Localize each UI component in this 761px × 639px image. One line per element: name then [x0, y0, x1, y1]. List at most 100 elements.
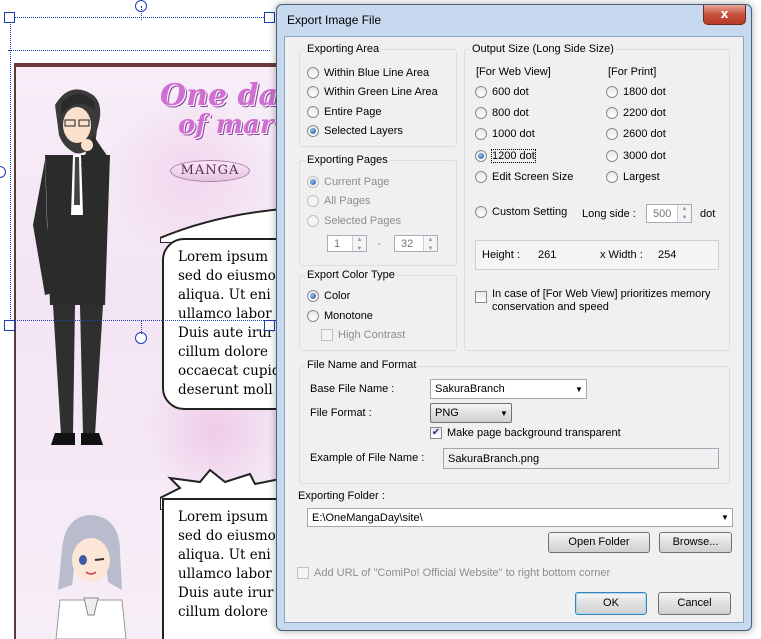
radio-1200-dot[interactable]: 1200 dot: [475, 149, 536, 163]
page-from-stepper[interactable]: 1 ▲ ▼: [327, 235, 367, 252]
radio-monotone[interactable]: Monotone: [307, 310, 373, 322]
radio-2600-dot[interactable]: 2600 dot: [606, 128, 666, 140]
bubble2-line: sed do eiusmo: [178, 528, 276, 544]
high-contrast-checkbox[interactable]: High Contrast: [321, 329, 405, 341]
base-file-name-combo[interactable]: SakuraBranch ▼: [430, 379, 587, 399]
selection-edge-top: [8, 17, 270, 18]
radio-largest[interactable]: Largest: [606, 171, 660, 183]
radio-edit-screen-size[interactable]: Edit Screen Size: [475, 171, 573, 183]
radio-within-green-line[interactable]: Within Green Line Area: [307, 86, 438, 98]
cancel-button[interactable]: Cancel: [658, 592, 731, 615]
speech-bubble-2[interactable]: Lorem ipsum sed do eiusmo aliqua. Ut eni…: [162, 498, 290, 639]
radio-custom-setting[interactable]: Custom Setting: [475, 206, 567, 218]
radio-3000-dot[interactable]: 3000 dot: [606, 150, 666, 162]
memory-conservation-checkbox[interactable]: In case of [For Web View] prioritizes me…: [475, 288, 710, 314]
manga-label: MANGA: [170, 160, 250, 182]
spin-buttons[interactable]: ▲ ▼: [352, 236, 366, 252]
height-value: 261: [536, 249, 559, 261]
radio-icon: [307, 176, 319, 188]
radio-label: Edit Screen Size: [492, 171, 574, 183]
memory-note: In case of [For Web View] prioritizes me…: [492, 288, 710, 314]
radio-label: 600 dot: [492, 86, 529, 98]
page-range-dash: -: [377, 237, 381, 250]
open-folder-button[interactable]: Open Folder: [548, 532, 650, 553]
manga-canvas[interactable]: One da of mar MANGA Lorem ipsum sed do e…: [0, 0, 290, 639]
rotate-handle[interactable]: [0, 166, 6, 178]
add-url-checkbox[interactable]: Add URL of "ComiPo! Official Website" to…: [297, 567, 610, 579]
chevron-down-icon: ▼: [721, 513, 729, 522]
manga-title-line2: of mar: [178, 110, 274, 140]
dialog-title: Export Image File: [287, 13, 382, 27]
radio-icon: [606, 86, 618, 98]
radio-icon: [307, 125, 319, 137]
radio-label: Entire Page: [324, 106, 382, 118]
radio-current-page[interactable]: Current Page: [307, 176, 389, 188]
radio-entire-page[interactable]: Entire Page: [307, 106, 381, 118]
selection-edge-bottom: [8, 320, 278, 321]
exporting-pages-label: Exporting Pages: [305, 154, 390, 166]
radio-2200-dot[interactable]: 2200 dot: [606, 107, 666, 119]
close-button[interactable]: x: [703, 5, 746, 25]
radio-label: Within Blue Line Area: [324, 67, 430, 79]
spin-buttons[interactable]: ▲ ▼: [423, 236, 437, 252]
radio-icon: [307, 310, 319, 322]
browse-button[interactable]: Browse...: [659, 532, 732, 553]
transparent-bg-checkbox[interactable]: ✔ Make page background transparent: [430, 427, 621, 439]
checkbox-label: High Contrast: [338, 329, 406, 341]
radio-color[interactable]: Color: [307, 290, 350, 302]
web-view-header: [For Web View]: [474, 66, 553, 78]
chevron-down-icon: ▼: [500, 408, 508, 418]
radio-label: Current Page: [324, 176, 390, 188]
export-image-dialog: Export Image File x Exporting Area Withi…: [276, 4, 752, 631]
ok-button[interactable]: OK: [575, 592, 647, 615]
radio-label: Color: [324, 290, 351, 302]
file-format-field-label: File Format :: [308, 407, 374, 419]
handle-stem: [141, 320, 142, 334]
memory-note-line2: conservation and speed: [492, 301, 609, 313]
radio-selected-pages[interactable]: Selected Pages: [307, 215, 401, 227]
radio-label: 2600 dot: [623, 128, 666, 140]
bubble2-line: aliqua. Ut eni: [178, 547, 271, 563]
checkbox-icon: [475, 291, 487, 303]
page-to-stepper[interactable]: 32 ▲ ▼: [394, 235, 438, 252]
radio-1000-dot[interactable]: 1000 dot: [475, 128, 535, 140]
exporting-folder-label: Exporting Folder :: [296, 490, 387, 502]
file-format-select[interactable]: PNG ▼: [430, 403, 512, 423]
character-girl-icon: [55, 515, 127, 639]
radio-icon: [606, 128, 618, 140]
checkbox-icon: [297, 567, 309, 579]
radio-all-pages[interactable]: All Pages: [307, 195, 370, 207]
radio-600-dot[interactable]: 600 dot: [475, 86, 529, 98]
radio-label: Monotone: [324, 310, 373, 322]
resize-handle[interactable]: [264, 12, 275, 23]
radio-within-blue-line[interactable]: Within Blue Line Area: [307, 67, 429, 79]
radio-icon: [307, 106, 319, 118]
width-label: x Width :: [598, 249, 645, 261]
height-label: Height :: [480, 249, 522, 261]
radio-800-dot[interactable]: 800 dot: [475, 107, 529, 119]
bubble1-line: deserunt moll: [178, 382, 273, 398]
selection-edge-left: [10, 17, 11, 321]
radio-label: Selected Pages: [324, 215, 402, 227]
checkbox-label: Add URL of "ComiPo! Official Website" to…: [314, 567, 611, 579]
base-file-name-label: Base File Name :: [308, 383, 397, 395]
resize-handle[interactable]: [4, 320, 15, 331]
handle-stem: [141, 6, 142, 20]
resize-handle[interactable]: [4, 12, 15, 23]
radio-label: Largest: [623, 171, 660, 183]
radio-icon: [475, 86, 487, 98]
exporting-folder-combo[interactable]: E:\OneMangaDay\site\ ▼: [307, 508, 733, 527]
spin-buttons[interactable]: ▲ ▼: [677, 205, 691, 222]
radio-icon: [307, 86, 319, 98]
radio-icon: [606, 171, 618, 183]
radio-icon: [606, 107, 618, 119]
radio-selected-layers[interactable]: Selected Layers: [307, 125, 403, 137]
long-side-stepper[interactable]: 500 ▲ ▼: [646, 204, 692, 223]
radio-label: 1000 dot: [492, 128, 535, 140]
bubble2-line: Duis aute irur: [178, 585, 274, 601]
radio-icon: [307, 67, 319, 79]
resize-handle[interactable]: [264, 320, 275, 331]
bubble1-line: cillum dolore: [178, 344, 268, 360]
radio-1800-dot[interactable]: 1800 dot: [606, 86, 666, 98]
radio-icon: [307, 195, 319, 207]
